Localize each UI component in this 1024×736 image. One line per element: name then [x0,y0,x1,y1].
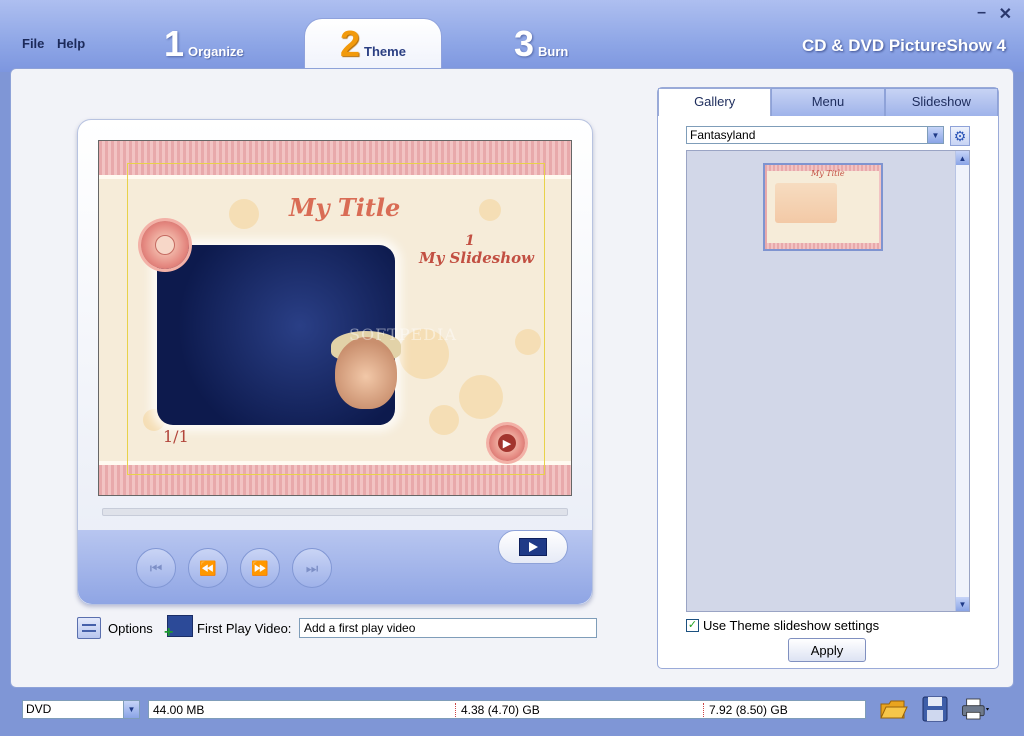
step-organize-number: 1 [164,23,185,64]
step-organize[interactable]: 1 Organize [164,22,244,66]
step-organize-label: Organize [188,44,244,59]
disc-type-dropdown[interactable]: DVD ▼ [22,700,140,719]
step-burn-label: Burn [538,44,569,59]
theme-dropdown-value: Fantasyland [690,128,756,142]
minimize-button[interactable]: – [977,4,986,22]
theme-panel: Gallery Menu Slideshow Fantasyland ▼ ⚙ M… [657,87,999,669]
fast-forward-button[interactable]: ⏩ [240,548,280,588]
gear-icon[interactable]: ⚙ [950,126,970,146]
fast-forward-icon: ⏩ [251,559,269,576]
theme-tabs: Gallery Menu Slideshow [658,88,998,116]
slideshow-number: 1 [465,233,475,249]
skip-start-button[interactable]: ⏮ [136,548,176,588]
thumb-photo [775,183,837,223]
disc-type-value: DVD [26,702,52,716]
status-bar: DVD ▼ 44.00 MB 4.38 (4.70) GB 7.92 (8.50… [10,690,1014,730]
menu-help[interactable]: Help [57,36,85,51]
used-size: 44.00 MB [153,703,205,717]
capacity-label-2: 7.92 (8.50) GB [709,703,788,717]
printer-icon[interactable] [960,694,990,724]
playback-progress[interactable] [102,508,568,516]
skip-end-icon: ⏭ [305,559,319,576]
first-play-video-input[interactable]: Add a first play video [299,618,597,638]
gallery-scrollbar[interactable]: ▲ ▼ [955,151,969,611]
scroll-up-icon[interactable]: ▲ [956,151,969,165]
scroll-down-icon[interactable]: ▼ [956,597,969,611]
step-theme-label: Theme [364,44,406,59]
watermark: SOFTPEDIA [349,325,457,344]
capacity-mark-2 [703,703,704,717]
options-label[interactable]: Options [108,621,153,636]
tab-gallery[interactable]: Gallery [658,88,772,116]
play-button[interactable] [498,530,568,564]
close-button[interactable]: ✕ [999,4,1012,24]
main-panel: My Title 1 My Slideshow SOFTPEDIA 1/1 ▶ … [10,68,1014,688]
use-theme-settings-option[interactable]: ✓ Use Theme slideshow settings [686,618,879,633]
options-list-icon[interactable] [77,617,101,639]
chevron-down-icon: ▼ [927,127,943,143]
skip-end-button[interactable]: ⏭ [292,548,332,588]
menu-file[interactable]: File [22,36,44,51]
play-icon [519,538,547,556]
theme-thumbnail[interactable]: My Title [763,163,883,251]
preview-screen: My Title 1 My Slideshow SOFTPEDIA 1/1 ▶ [98,140,572,496]
tab-menu[interactable]: Menu [771,88,885,116]
tab-slideshow[interactable]: Slideshow [884,88,998,116]
capacity-label-1: 4.38 (4.70) GB [461,703,540,717]
first-play-label: First Play Video: [197,621,292,636]
menu-title: My Title [289,193,401,222]
floppy-disk-icon[interactable] [920,694,950,724]
step-theme-number: 2 [340,23,361,64]
step-theme[interactable]: 2 Theme [340,22,406,66]
slideshow-name: My Slideshow [419,249,535,267]
theme-gallery-list: My Title ▲ ▼ [686,150,970,612]
disc-capacity-meter: 44.00 MB 4.38 (4.70) GB 7.92 (8.50) GB [148,700,866,719]
film-add-icon[interactable]: + [164,615,193,641]
photo-subject [335,337,397,409]
chevron-down-icon: ▼ [123,701,139,718]
play-flower-icon[interactable]: ▶ [489,425,525,461]
rewind-icon: ⏪ [199,559,217,576]
step-burn-number: 3 [514,23,535,64]
flower-button-decoration [141,221,189,269]
step-burn[interactable]: 3 Burn [514,22,568,66]
folder-icon[interactable] [878,694,908,724]
capacity-mark-1 [455,703,456,717]
app-title: CD & DVD PictureShow 4 [801,36,1006,55]
rewind-button[interactable]: ⏪ [188,548,228,588]
playback-controls: ⏮ ⏪ ⏩ ⏭ [78,530,592,604]
skip-start-icon: ⏮ [149,559,163,576]
use-theme-settings-checkbox[interactable]: ✓ [686,619,699,632]
apply-button[interactable]: Apply [788,638,866,662]
theme-dropdown[interactable]: Fantasyland ▼ [686,126,944,144]
thumb-title: My Title [811,169,845,178]
use-theme-settings-label: Use Theme slideshow settings [703,618,880,633]
header-bar: File Help 1 Organize 2 Theme 3 Burn CD &… [0,0,1024,78]
preview-player: My Title 1 My Slideshow SOFTPEDIA 1/1 ▶ … [77,119,593,605]
page-counter: 1/1 [163,427,189,446]
